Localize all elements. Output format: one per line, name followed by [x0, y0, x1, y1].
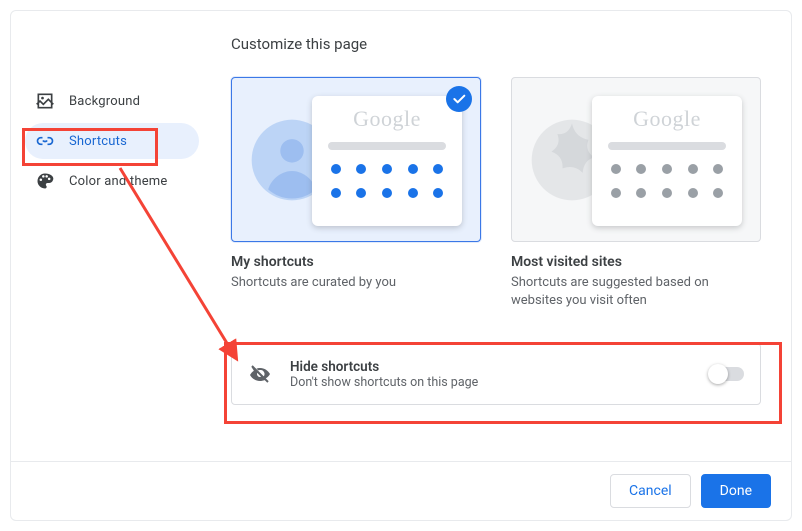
button-label: Cancel	[629, 483, 672, 499]
shortcut-dots	[326, 164, 448, 198]
main-panel: Customize this page Google	[207, 11, 791, 461]
brand-logo-text: Google	[606, 106, 728, 132]
shortcut-options: Google My shortcuts Shortcuts are cu	[231, 77, 761, 309]
shortcut-dots	[606, 164, 728, 198]
thumb-card: Google	[312, 96, 462, 226]
cancel-button[interactable]: Cancel	[610, 474, 691, 508]
option-thumbnail: Google	[231, 77, 481, 242]
palette-icon	[35, 171, 55, 191]
searchbar-placeholder-shape	[608, 142, 726, 150]
sidebar-item-label: Shortcuts	[69, 134, 127, 149]
page-title: Customize this page	[231, 35, 761, 53]
option-thumbnail: Google	[511, 77, 761, 242]
dialog-footer: Cancel Done	[11, 461, 791, 520]
customize-dialog: Background Shortcuts Color and theme Cus…	[10, 10, 792, 521]
thumb-card: Google	[592, 96, 742, 226]
check-icon	[446, 86, 472, 112]
option-title: Most visited sites	[511, 254, 761, 270]
button-label: Done	[720, 483, 752, 499]
option-most-visited[interactable]: Google Most visited sites Shortcuts are …	[511, 77, 761, 309]
hide-shortcuts-row: Hide shortcuts Don't show shortcuts on t…	[231, 343, 761, 405]
hide-desc: Don't show shortcuts on this page	[290, 375, 710, 390]
done-button[interactable]: Done	[701, 474, 771, 508]
image-icon	[35, 91, 55, 111]
sidebar: Background Shortcuts Color and theme	[11, 11, 207, 461]
option-title: My shortcuts	[231, 254, 481, 270]
option-desc: Shortcuts are curated by you	[231, 274, 481, 292]
link-icon	[35, 131, 55, 151]
hide-texts: Hide shortcuts Don't show shortcuts on t…	[290, 359, 710, 390]
brand-logo-text: Google	[326, 106, 448, 132]
sidebar-item-colortheme[interactable]: Color and theme	[25, 163, 199, 199]
sidebar-item-background[interactable]: Background	[25, 83, 199, 119]
dialog-content: Background Shortcuts Color and theme Cus…	[11, 11, 791, 461]
sidebar-item-label: Color and theme	[69, 174, 168, 189]
eye-off-icon	[248, 362, 272, 386]
searchbar-placeholder-shape	[328, 142, 446, 150]
option-desc: Shortcuts are suggested based on website…	[511, 274, 761, 309]
hide-title: Hide shortcuts	[290, 359, 710, 375]
hide-shortcuts-toggle[interactable]	[710, 367, 744, 381]
sidebar-item-shortcuts[interactable]: Shortcuts	[25, 123, 199, 159]
sidebar-item-label: Background	[69, 94, 140, 109]
option-my-shortcuts[interactable]: Google My shortcuts Shortcuts are cu	[231, 77, 481, 309]
